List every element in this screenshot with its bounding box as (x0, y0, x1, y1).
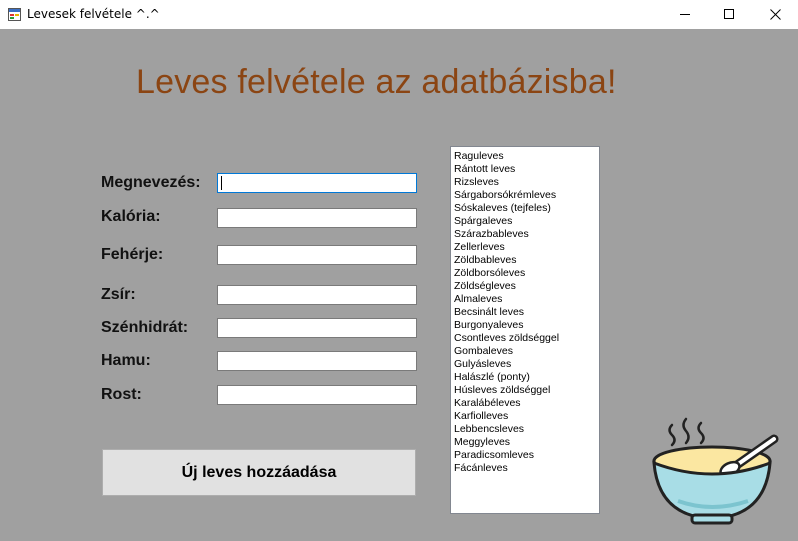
list-item[interactable]: Zöldségleves (454, 280, 599, 293)
list-item[interactable]: Rántott leves (454, 163, 599, 176)
close-icon (769, 9, 781, 20)
list-item[interactable]: Zellerleves (454, 241, 599, 254)
form-client-area: Leves felvétele az adatbázisba! Megnevez… (0, 29, 798, 541)
list-item[interactable]: Karfiolleves (454, 410, 599, 423)
list-item[interactable]: Meggyleves (454, 436, 599, 449)
list-item[interactable]: Halászlé (ponty) (454, 371, 599, 384)
list-item[interactable]: Rizsleves (454, 176, 599, 189)
list-item[interactable]: Becsinált leves (454, 306, 599, 319)
list-item[interactable]: Lebbencsleves (454, 423, 599, 436)
calorie-field[interactable] (217, 208, 417, 228)
list-item[interactable]: Fácánleves (454, 462, 599, 475)
list-item[interactable]: Raguleves (454, 150, 599, 163)
text-caret (221, 176, 222, 190)
list-item[interactable]: Zöldbableves (454, 254, 599, 267)
protein-label: Fehérje: (101, 246, 164, 263)
soup-bowl-icon (652, 417, 779, 525)
page-title: Leves felvétele az adatbázisba! (136, 63, 617, 101)
list-item[interactable]: Spárgaleves (454, 215, 599, 228)
fiber-label: Rost: (101, 386, 142, 403)
name-label: Megnevezés: (101, 174, 201, 191)
maximize-icon (723, 9, 734, 19)
list-item[interactable]: Sárgaborsókrémleves (454, 189, 599, 202)
list-item[interactable]: Zöldborsóleves (454, 267, 599, 280)
list-item[interactable]: Szárazbableves (454, 228, 599, 241)
list-item[interactable]: Csontleves zöldséggel (454, 332, 599, 345)
maximize-button[interactable] (706, 0, 752, 29)
carbohydrate-field[interactable] (217, 318, 417, 338)
list-item[interactable]: Gulyásleves (454, 358, 599, 371)
list-item[interactable]: Paradicsomleves (454, 449, 599, 462)
fat-field[interactable] (217, 285, 417, 305)
list-item[interactable]: Karalábéleves (454, 397, 599, 410)
carbohydrate-label: Szénhidrát: (101, 319, 189, 336)
app-form-icon (8, 8, 21, 21)
ash-field[interactable] (217, 351, 417, 371)
protein-field[interactable] (217, 245, 417, 265)
minimize-icon (679, 14, 690, 15)
list-item[interactable]: Burgonyaleves (454, 319, 599, 332)
ash-label: Hamu: (101, 352, 151, 369)
fat-label: Zsír: (101, 286, 136, 303)
minimize-button[interactable] (662, 0, 708, 29)
add-soup-button[interactable]: Új leves hozzáadása (102, 449, 416, 496)
soup-listbox[interactable]: Raguleves Rántott leves Rizsleves Sárgabors… (450, 146, 600, 514)
list-item[interactable]: Húsleves zöldséggel (454, 384, 599, 397)
name-field[interactable] (217, 173, 417, 193)
window-title: Levesek felvétele ^.^ (27, 7, 160, 21)
list-item[interactable]: Almaleves (454, 293, 599, 306)
fiber-field[interactable] (217, 385, 417, 405)
title-bar: Levesek felvétele ^.^ (0, 0, 798, 29)
calorie-label: Kalória: (101, 208, 161, 225)
list-item[interactable]: Sóskaleves (tejfeles) (454, 202, 599, 215)
close-button[interactable] (752, 0, 798, 29)
list-item[interactable]: Gombaleves (454, 345, 599, 358)
